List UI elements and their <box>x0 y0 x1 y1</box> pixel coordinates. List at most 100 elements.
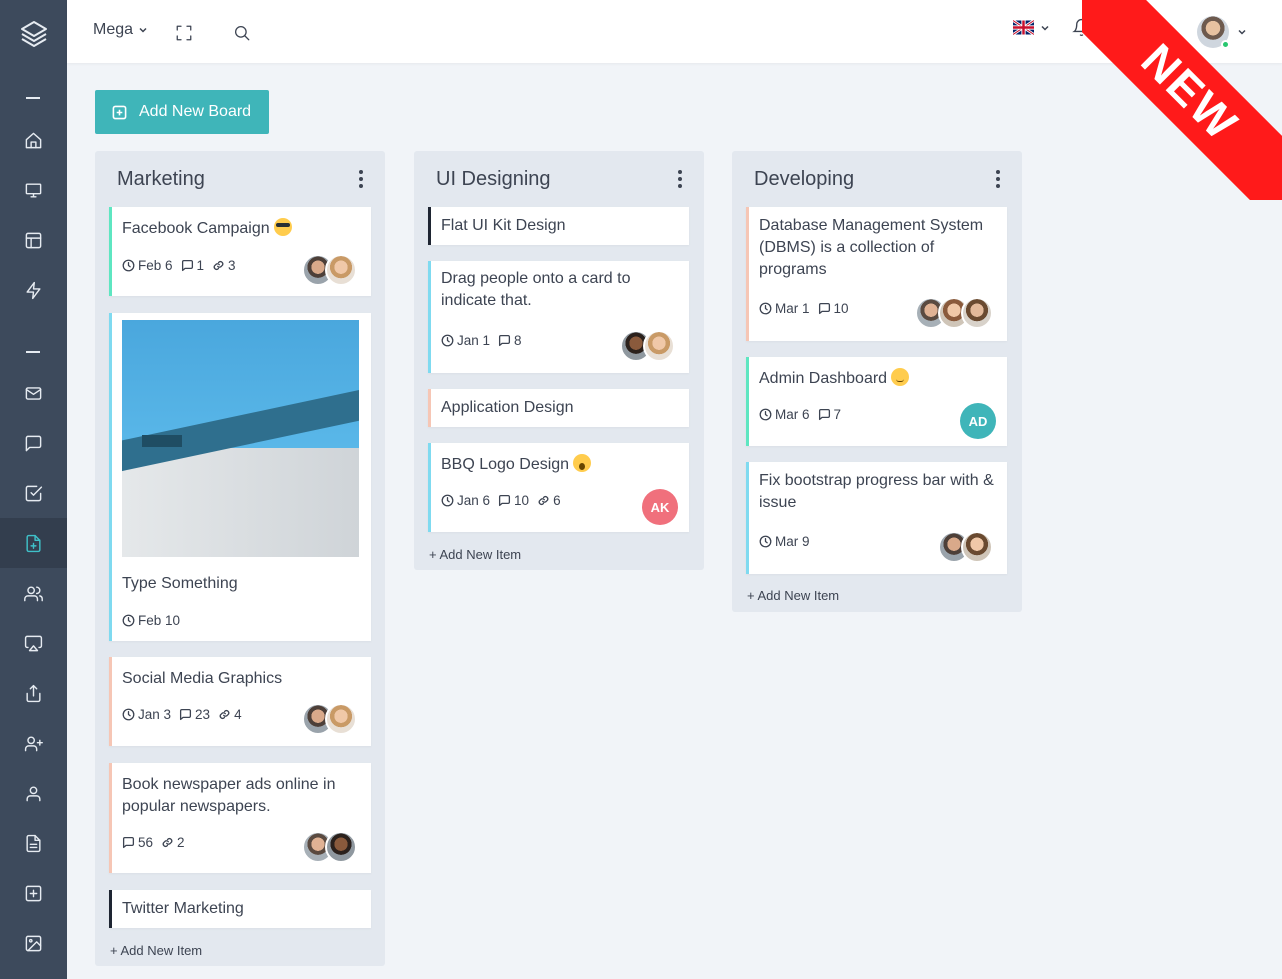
clock-icon <box>122 259 135 272</box>
search-button[interactable] <box>233 24 251 47</box>
kanban-card[interactable]: Admin Dashboard Mar 6 7 AD <box>746 357 1007 446</box>
card-cover-image <box>122 320 359 557</box>
board-column-ui-designing: UI Designing Flat UI Kit Design Drag peo… <box>414 151 704 570</box>
card-links: 3 <box>228 258 236 273</box>
sidebar-item-add-user[interactable] <box>0 718 67 768</box>
users-icon <box>24 585 43 601</box>
sidebar-item-mail[interactable] <box>0 368 67 418</box>
comment-icon <box>818 408 830 421</box>
kanban-card[interactable]: Twitter Marketing <box>109 890 371 928</box>
column-menu-button[interactable] <box>359 170 363 191</box>
sidebar-item-monitor[interactable] <box>0 165 67 215</box>
card-title: Fix bootstrap progress bar with & issue <box>759 472 994 511</box>
assignee-initials: AK <box>642 489 678 525</box>
airplay-icon <box>24 635 43 651</box>
card-date: Mar 1 <box>775 301 810 316</box>
avatar <box>325 703 357 735</box>
card-comments: 23 <box>195 707 211 722</box>
board-column-marketing: Marketing Facebook Campaign Feb 6 1 3 Ty… <box>95 151 385 966</box>
clock-icon <box>441 494 454 507</box>
comment-icon <box>818 302 830 315</box>
card-avatars <box>302 831 357 863</box>
sidebar-item-profile[interactable] <box>0 768 67 818</box>
add-new-item-link[interactable]: + Add New Item <box>110 943 202 958</box>
scream-emoji-icon <box>573 454 592 472</box>
kanban-card[interactable]: Social Media Graphics Jan 3 23 4 <box>109 657 371 746</box>
card-date: Jan 6 <box>457 493 491 508</box>
sidebar-item-layout[interactable] <box>0 215 67 265</box>
card-title: Social Media Graphics <box>122 670 283 687</box>
mega-menu-label: Mega <box>93 21 134 38</box>
kanban-card[interactable]: Drag people onto a card to indicate that… <box>428 261 689 373</box>
add-new-board-button[interactable]: Add New Board <box>95 90 269 134</box>
card-comments: 10 <box>833 301 849 316</box>
clock-icon <box>122 708 135 721</box>
card-comments: 56 <box>138 835 154 850</box>
plus-square-icon <box>112 105 127 119</box>
avatar <box>325 254 357 286</box>
card-meta: 56 2 <box>122 835 185 850</box>
comment-icon <box>181 259 193 272</box>
add-new-item-link[interactable]: + Add New Item <box>747 588 839 603</box>
card-date: Feb 6 <box>138 258 173 273</box>
card-title: Application Design <box>441 399 574 416</box>
sidebar-item-chat[interactable] <box>0 418 67 468</box>
card-title: Flat UI Kit Design <box>441 217 566 234</box>
comment-icon <box>122 836 135 849</box>
card-meta: Feb 6 1 3 <box>122 258 236 273</box>
sidebar-item-users[interactable] <box>0 568 67 618</box>
sidebar-item-upload[interactable] <box>0 668 67 718</box>
card-title: Book newspaper ads online in popular new… <box>122 776 336 815</box>
card-comments: 8 <box>514 333 522 348</box>
kanban-card[interactable]: Type Something Feb 10 <box>109 313 371 641</box>
card-title: Twitter Marketing <box>122 900 244 917</box>
sidebar-item-kanban[interactable] <box>0 518 67 568</box>
card-title: Facebook Campaign <box>122 220 270 237</box>
add-new-item-link[interactable]: + Add New Item <box>429 547 521 562</box>
column-menu-button[interactable] <box>996 170 1000 191</box>
clock-icon <box>122 614 135 627</box>
language-selector[interactable] <box>1013 20 1050 35</box>
plus-square-icon <box>25 885 42 901</box>
sidebar-item-cast[interactable] <box>0 618 67 668</box>
sidebar-item-tasks[interactable] <box>0 468 67 518</box>
column-title: UI Designing <box>436 168 551 190</box>
sidebar-item-home[interactable] <box>0 115 67 165</box>
board-column-developing: Developing Database Management System (D… <box>732 151 1022 612</box>
chat-icon <box>25 435 42 451</box>
column-menu-button[interactable] <box>678 170 682 191</box>
app-logo[interactable] <box>0 0 67 67</box>
new-ribbon: NEW <box>1082 0 1282 200</box>
share-icon <box>26 684 41 702</box>
sidebar-item-gallery[interactable] <box>0 918 67 968</box>
kanban-card[interactable]: Facebook Campaign Feb 6 1 3 <box>109 207 371 296</box>
home-icon <box>25 132 42 148</box>
chevron-down-icon <box>1041 25 1049 31</box>
card-avatars <box>302 254 357 286</box>
sidebar-item-activity[interactable] <box>0 265 67 315</box>
image-icon <box>25 935 42 951</box>
kanban-card[interactable]: Fix bootstrap progress bar with & issue … <box>746 462 1007 574</box>
chevron-down-icon <box>139 27 147 33</box>
slight-smile-emoji-icon <box>891 368 910 386</box>
mega-menu[interactable]: Mega <box>93 21 148 39</box>
card-avatars <box>938 531 993 563</box>
assignee-initials: AD <box>960 403 996 439</box>
card-title: Type Something <box>122 575 238 592</box>
link-icon <box>213 260 224 271</box>
kanban-card[interactable]: BBQ Logo Design Jan 6 10 6 AK <box>428 443 689 532</box>
sidebar-item-document[interactable] <box>0 818 67 868</box>
fullscreen-button[interactable] <box>175 24 193 47</box>
sidebar-item-add[interactable] <box>0 868 67 918</box>
avatar <box>961 531 993 563</box>
kanban-card[interactable]: Flat UI Kit Design <box>428 207 689 245</box>
sidebar-divider <box>26 97 40 99</box>
card-avatars <box>620 330 675 362</box>
kanban-card[interactable]: Database Management System (DBMS) is a c… <box>746 207 1007 341</box>
card-meta: Feb 10 <box>122 613 180 628</box>
lightning-icon <box>26 281 41 299</box>
comment-icon <box>499 494 511 507</box>
card-meta: Mar 1 10 <box>759 301 849 316</box>
kanban-card[interactable]: Application Design <box>428 389 689 427</box>
kanban-card[interactable]: Book newspaper ads online in popular new… <box>109 763 371 873</box>
